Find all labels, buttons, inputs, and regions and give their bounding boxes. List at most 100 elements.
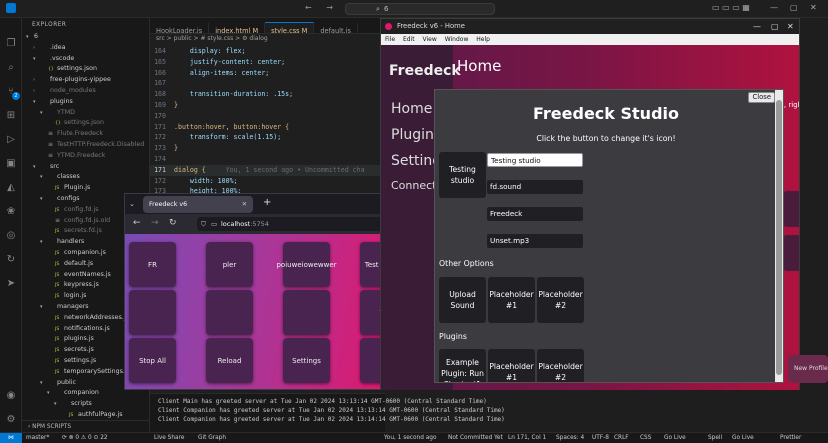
tree-item[interactable]: › node_modules bbox=[22, 86, 149, 97]
placeholder-1-button[interactable]: Placeholder #1 bbox=[488, 277, 535, 323]
liveshare-arrow-icon[interactable]: ➤ bbox=[5, 278, 17, 290]
maximize-icon[interactable]: ▢ bbox=[771, 19, 779, 34]
tree-item[interactable]: ▾ .vscode bbox=[22, 54, 149, 65]
code-line[interactable]: 172 transform: scale(1.15); bbox=[150, 132, 385, 143]
browser-tab[interactable]: Freedeck v6 ✕ bbox=[143, 196, 253, 213]
minimize-icon[interactable]: — bbox=[753, 19, 761, 34]
menu-help[interactable]: Help bbox=[476, 36, 490, 43]
close-icon[interactable]: ✕ bbox=[787, 19, 794, 34]
new-profile-button[interactable]: New Profile bbox=[788, 355, 828, 383]
code-line[interactable]: 172 width: 100%; bbox=[150, 176, 385, 187]
code-line[interactable]: 170 bbox=[150, 111, 385, 122]
nav-home[interactable]: Home bbox=[391, 101, 432, 117]
search-icon[interactable]: ⌕ bbox=[5, 62, 17, 74]
plugin-placeholder-1-button[interactable]: Placeholder #1 bbox=[488, 349, 535, 382]
remote-icon[interactable]: ▣ bbox=[5, 158, 17, 170]
terminal-panel[interactable]: Client Main has greeted server at Tue Ja… bbox=[150, 393, 505, 432]
code-line[interactable]: 174 bbox=[150, 154, 385, 165]
code-line[interactable]: 171 .button:hover, button:hover { bbox=[150, 122, 385, 133]
blame-status[interactable]: You, 1 second ago bbox=[384, 433, 437, 443]
tree-item[interactable]: {} settings.json bbox=[22, 64, 149, 75]
chevron-down-icon[interactable]: ⌄ bbox=[129, 200, 135, 208]
menu-window[interactable]: Window bbox=[445, 36, 469, 43]
cursor-position[interactable]: Ln 171, Col 1 bbox=[508, 433, 546, 443]
live-share-icon[interactable]: ↻ bbox=[5, 254, 17, 266]
deck-button[interactable]: FR bbox=[129, 242, 176, 287]
deck-button[interactable]: pler bbox=[206, 242, 253, 287]
deck-button[interactable]: Reload bbox=[206, 338, 253, 383]
tree-item[interactable]: ▾ src bbox=[22, 162, 149, 173]
deck-button[interactable] bbox=[783, 191, 799, 227]
prettier-status[interactable]: Prettier bbox=[780, 433, 801, 443]
upload-sound-button[interactable]: Upload Sound bbox=[439, 277, 486, 323]
close-icon[interactable]: ✕ bbox=[242, 196, 247, 213]
code-line[interactable]: 173} bbox=[150, 143, 385, 154]
extensions-icon[interactable]: ⊞ bbox=[5, 110, 17, 122]
minimize-icon[interactable]: — bbox=[770, 3, 778, 12]
run-debug-icon[interactable]: ▷ bbox=[5, 134, 17, 146]
tree-item[interactable]: ≡ TestHTTP.Freedeck.Disabled bbox=[22, 140, 149, 151]
code-line[interactable]: 167 bbox=[150, 78, 385, 89]
name-input[interactable]: Testing studio bbox=[487, 153, 583, 167]
tree-item[interactable]: ▾ classes bbox=[22, 172, 149, 183]
tree-item[interactable]: {} settings.json bbox=[22, 118, 149, 129]
maximize-icon[interactable]: ▢ bbox=[790, 3, 798, 12]
menu-view[interactable]: View bbox=[423, 36, 437, 43]
spell-status[interactable]: Spell bbox=[708, 433, 722, 443]
menu-file[interactable]: File bbox=[385, 36, 395, 43]
language-status[interactable]: CSS bbox=[640, 433, 651, 443]
indent-status[interactable]: Spaces: 4 bbox=[556, 433, 584, 443]
code-line[interactable]: 164 display: flex; bbox=[150, 46, 385, 57]
close-icon[interactable]: ✕ bbox=[810, 3, 817, 12]
tree-item[interactable]: ≡ Flute.Freedeck bbox=[22, 129, 149, 140]
back-icon[interactable]: ← bbox=[133, 218, 141, 228]
tab-style-css[interactable]: style.css M bbox=[265, 22, 315, 33]
breadcrumb[interactable]: src > public > # style.css > ⚙ dialog bbox=[150, 34, 385, 44]
deck-button[interactable] bbox=[283, 290, 330, 335]
branch-status[interactable]: master* bbox=[26, 433, 49, 443]
preview-button[interactable]: Testing studio bbox=[439, 152, 486, 198]
github-icon[interactable]: ◎ bbox=[5, 230, 17, 242]
menu-edit[interactable]: Edit bbox=[403, 36, 415, 43]
reload-icon[interactable]: ↻ bbox=[169, 218, 177, 228]
live-share-status[interactable]: Live Share bbox=[154, 433, 184, 443]
deck-button[interactable] bbox=[129, 290, 176, 335]
command-search[interactable]: ⌕ 6 bbox=[345, 3, 495, 15]
tab-default-js[interactable]: default.js bbox=[314, 23, 358, 33]
go-live-status-2[interactable]: Go Live bbox=[732, 433, 754, 443]
tree-item[interactable]: › free-plugins-yippee bbox=[22, 75, 149, 86]
code-line[interactable]: 166 align-items: center; bbox=[150, 68, 385, 79]
close-button[interactable]: Close bbox=[748, 92, 775, 103]
remote-indicator-icon[interactable]: ⋈ bbox=[0, 433, 22, 443]
go-live-status[interactable]: Go Live bbox=[664, 433, 686, 443]
nav-arrows-icon[interactable]: ← → bbox=[305, 3, 339, 12]
tree-item[interactable]: ▾ plugins bbox=[22, 97, 149, 108]
git-graph-status[interactable]: Git Graph bbox=[198, 433, 226, 443]
problems-status[interactable]: ⟳ ⊗ 0 ⚠ 0 ⊙ 22 bbox=[62, 433, 108, 443]
deck-button[interactable] bbox=[206, 290, 253, 335]
placeholder-2-button[interactable]: Placeholder #2 bbox=[537, 277, 584, 323]
url-bar[interactable]: ⛉ ▭ localhost:5754 bbox=[197, 217, 385, 231]
deck-button[interactable]: Settings bbox=[283, 338, 330, 383]
dialog-scrollbar[interactable] bbox=[775, 90, 783, 382]
docker-icon[interactable]: ◭ bbox=[5, 182, 17, 194]
new-tab-icon[interactable]: + bbox=[263, 197, 271, 208]
tree-item[interactable]: ≡ YTMD.Freedeck bbox=[22, 151, 149, 162]
code-line[interactable]: 169} bbox=[150, 100, 385, 111]
tree-item[interactable]: ▾ scripts bbox=[22, 399, 149, 410]
tree-item[interactable]: › .idea bbox=[22, 43, 149, 54]
code-line[interactable]: 171 dialog { You, 1 second ago • Uncommit… bbox=[150, 164, 385, 176]
deck-button[interactable]: poiuweiowewwer bbox=[276, 242, 337, 287]
tree-root[interactable]: ▾ 6 bbox=[22, 32, 149, 43]
plugin-placeholder-2-button[interactable]: Placeholder #2 bbox=[537, 349, 584, 382]
tab-hookloader[interactable]: HookLoader.js bbox=[150, 23, 210, 33]
accounts-icon[interactable]: ◉ bbox=[5, 390, 17, 402]
gear-icon[interactable]: ⚙ bbox=[5, 414, 17, 426]
commit-status[interactable]: Not Committed Yet bbox=[448, 433, 503, 443]
layout-icon[interactable]: ▭ ▭ ▭ ▦ bbox=[712, 3, 750, 12]
npm-scripts-section[interactable]: › NPM SCRIPTS bbox=[22, 420, 150, 432]
example-plugin-button[interactable]: Example Plugin: Run Shortcut1 bbox=[439, 349, 486, 382]
code-line[interactable]: 168 transition-duration: .15s; bbox=[150, 89, 385, 100]
deck-button[interactable]: Stop All bbox=[129, 338, 176, 383]
tree-item[interactable]: ▾ YTMD bbox=[22, 108, 149, 119]
